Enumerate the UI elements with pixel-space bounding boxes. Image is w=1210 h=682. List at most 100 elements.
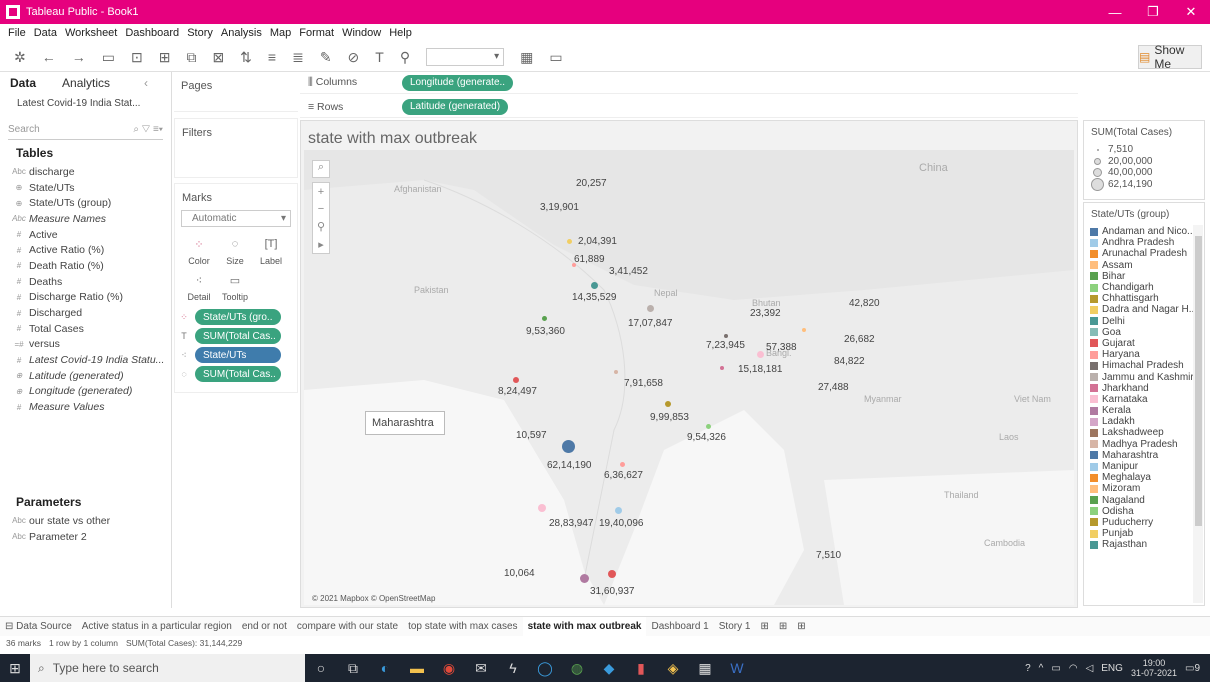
new-story-tab-icon[interactable]: ⊞: [792, 617, 810, 637]
marks-pill-size[interactable]: SUM(Total Cas..: [195, 366, 281, 382]
menu-story[interactable]: Story: [187, 27, 213, 39]
sheet-tab[interactable]: end or not: [237, 617, 292, 637]
expand-icon[interactable]: ▸: [318, 238, 324, 251]
map-point[interactable]: [513, 377, 519, 383]
filters-shelf[interactable]: Filters: [174, 118, 298, 178]
tableau-home-icon[interactable]: ✲: [14, 42, 26, 72]
rows-pill[interactable]: Latitude (generated): [402, 98, 509, 115]
app-icon-7[interactable]: ▦: [689, 654, 721, 682]
presentation-icon[interactable]: ▭: [549, 42, 562, 72]
highlight-icon[interactable]: ✎: [320, 42, 332, 72]
map-point[interactable]: [756, 350, 764, 358]
map-point[interactable]: [538, 504, 546, 512]
map-point[interactable]: [724, 334, 728, 338]
color-legend-item[interactable]: Gujarat: [1084, 338, 1204, 349]
sheet-tab[interactable]: top state with max cases: [403, 617, 523, 637]
color-legend-item[interactable]: Chandigarh: [1084, 282, 1204, 293]
network-icon[interactable]: ◠: [1069, 663, 1078, 674]
tooltip-button[interactable]: ▭ Tooltip: [219, 271, 251, 305]
zoom-out-icon[interactable]: −: [318, 203, 324, 215]
sheet-tab[interactable]: Story 1: [714, 617, 756, 637]
sort-asc-icon[interactable]: ≡: [268, 42, 276, 72]
clock[interactable]: 19:00 31-07-2021: [1131, 658, 1177, 678]
show-me-button[interactable]: ▤ Show Me: [1138, 43, 1202, 71]
color-legend-item[interactable]: Jammu and Kashmir: [1084, 371, 1204, 383]
app-icon-5[interactable]: ▮: [625, 654, 657, 682]
app-icon-4[interactable]: ◆: [593, 654, 625, 682]
close-icon[interactable]: ✕: [1172, 0, 1210, 24]
columns-shelf[interactable]: ⫼ Columns Longitude (generate..: [300, 72, 1078, 94]
menu-file[interactable]: File: [8, 27, 26, 39]
datasource-name[interactable]: Latest Covid-19 India Stat...: [0, 94, 171, 112]
color-legend-item[interactable]: Maharashtra: [1084, 450, 1204, 461]
swap-icon[interactable]: ⇅: [240, 42, 252, 72]
map-point[interactable]: [720, 366, 724, 370]
color-legend-item[interactable]: Odisha: [1084, 506, 1204, 517]
color-legend-item[interactable]: Assam: [1084, 260, 1204, 271]
color-legend-item[interactable]: Punjab: [1084, 528, 1204, 539]
chrome-icon[interactable]: ◉: [433, 654, 465, 682]
task-view-icon[interactable]: ⧉: [337, 654, 369, 682]
zoom-in-icon[interactable]: +: [318, 186, 324, 198]
color-legend-item[interactable]: Bihar: [1084, 271, 1204, 282]
menu-format[interactable]: Format: [299, 27, 334, 39]
map-view[interactable]: China Afghanistan Pakistan Nepal Bhutan Bangl…: [304, 150, 1074, 605]
data-source-tab[interactable]: ⊟ Data Source: [0, 617, 77, 637]
field-item[interactable]: # Latest Covid-19 India Statu...: [0, 352, 171, 368]
notification-icon[interactable]: ▭9: [1185, 663, 1200, 674]
map-point[interactable]: [541, 315, 547, 321]
search-icon[interactable]: ⌕ ▽ ≡▾: [133, 124, 163, 139]
word-icon[interactable]: W: [721, 654, 753, 682]
field-item[interactable]: =# versus: [0, 337, 171, 353]
mark-type-dropdown[interactable]: Automatic ▾: [181, 210, 291, 227]
app-icon-6[interactable]: ◈: [657, 654, 689, 682]
color-legend-item[interactable]: Meghalaya: [1084, 472, 1204, 483]
undo-icon[interactable]: ←: [42, 42, 56, 72]
tab-data[interactable]: Data: [10, 76, 36, 90]
sheet-tab[interactable]: compare with our state: [292, 617, 403, 637]
sort-desc-icon[interactable]: ≣: [292, 42, 304, 72]
help-icon[interactable]: ?: [1025, 663, 1031, 674]
language-label[interactable]: ENG: [1101, 663, 1123, 674]
map-point[interactable]: [619, 461, 625, 467]
file-explorer-icon[interactable]: ▬: [401, 654, 433, 682]
color-legend-item[interactable]: Mizoram: [1084, 483, 1204, 494]
field-item[interactable]: # Measure Values: [0, 399, 171, 415]
map-point[interactable]: [614, 370, 618, 374]
menu-map[interactable]: Map: [270, 27, 291, 39]
sheet-tab[interactable]: Dashboard 1: [646, 617, 713, 637]
restore-icon[interactable]: ❐: [1134, 0, 1172, 24]
map-point[interactable]: [614, 506, 622, 514]
label-button[interactable]: [T] Label: [255, 235, 287, 269]
field-item[interactable]: # Discharged: [0, 305, 171, 321]
new-datasource-icon[interactable]: ⊡: [131, 42, 143, 72]
color-legend-item[interactable]: Manipur: [1084, 461, 1204, 472]
color-legend-item[interactable]: Himachal Pradesh: [1084, 360, 1204, 371]
color-legend-item[interactable]: Andhra Pradesh: [1084, 237, 1204, 248]
field-item[interactable]: # Death Ratio (%): [0, 258, 171, 274]
chart-icon[interactable]: ▦: [520, 42, 533, 72]
cortana-icon[interactable]: ○: [305, 654, 337, 682]
fit-dropdown[interactable]: ▾: [426, 47, 505, 66]
app-icon-1[interactable]: ϟ: [497, 654, 529, 682]
map-copyright[interactable]: © 2021 Mapbox © OpenStreetMap: [312, 594, 435, 603]
sheet-title[interactable]: state with max outbreak: [308, 130, 477, 148]
field-item[interactable]: ⊕ State/UTs (group): [0, 195, 171, 211]
field-item[interactable]: # Deaths: [0, 274, 171, 290]
edge-icon[interactable]: ◐: [369, 654, 401, 682]
color-legend-item[interactable]: Nagaland: [1084, 495, 1204, 506]
color-legend-item[interactable]: Goa: [1084, 327, 1204, 338]
field-item[interactable]: Abc discharge: [0, 164, 171, 180]
map-point[interactable]: [579, 573, 589, 583]
marks-pill-label[interactable]: SUM(Total Cas..: [195, 328, 281, 344]
color-legend-item[interactable]: Madhya Pradesh: [1084, 439, 1204, 450]
color-legend-item[interactable]: Jharkhand: [1084, 383, 1204, 394]
minimize-icon[interactable]: —: [1096, 0, 1134, 24]
search-input[interactable]: Search: [8, 124, 40, 139]
duplicate-icon[interactable]: ⧉: [186, 42, 196, 72]
columns-pill[interactable]: Longitude (generate..: [402, 74, 514, 91]
map-point[interactable]: [646, 304, 654, 312]
color-legend-item[interactable]: Andaman and Nico...: [1084, 226, 1204, 237]
label-icon[interactable]: T: [375, 42, 384, 72]
parameter-item[interactable]: Abc our state vs other: [0, 513, 171, 529]
